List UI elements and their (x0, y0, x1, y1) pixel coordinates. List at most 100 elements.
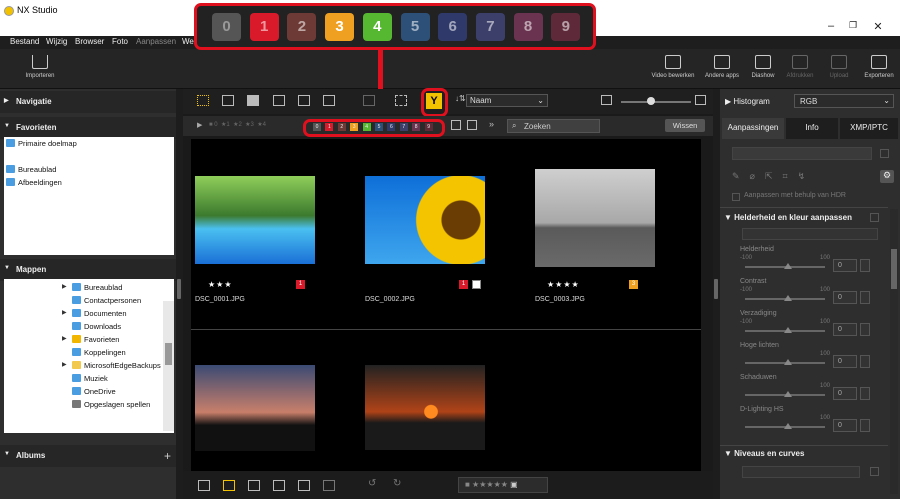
rating-widget[interactable]: ■ ★★★★★ ▣ (458, 477, 548, 493)
brightness-color-header[interactable]: ▼ Helderheid en kleur aanpassen (724, 213, 852, 222)
slider-knob[interactable] (784, 423, 792, 429)
export-button[interactable]: Exporteren (860, 55, 898, 79)
label-widget-icon[interactable]: ▣ (510, 480, 518, 489)
minimize-icon[interactable]: – (824, 20, 838, 32)
label-chip-3[interactable]: 3 (325, 13, 355, 41)
folder-scrollbar[interactable] (163, 301, 174, 431)
slider-value-input[interactable]: 0 (833, 419, 857, 432)
section-checkbox[interactable] (870, 213, 879, 222)
menu-item-weergave[interactable]: We (182, 37, 194, 46)
mini-label-chip-1[interactable]: 1 (325, 123, 334, 131)
mini-label-chip-6[interactable]: 6 (387, 123, 396, 131)
reject-filter-icon[interactable] (451, 120, 461, 130)
mini-label-chip-2[interactable]: 2 (337, 123, 346, 131)
slider-knob[interactable] (784, 359, 792, 365)
levels-select[interactable] (742, 466, 860, 478)
scrollbar-thumb[interactable] (165, 343, 172, 365)
spinner-icon[interactable] (860, 259, 870, 272)
hdr-checkbox[interactable] (732, 193, 740, 201)
label-chip-1[interactable]: 1 (249, 13, 279, 41)
photo-thumbnail[interactable] (365, 176, 485, 264)
photo-thumbnail[interactable] (365, 365, 485, 450)
right-splitter[interactable] (713, 89, 720, 499)
expand-arrow-icon[interactable]: ▶ (62, 335, 67, 342)
folder-item[interactable]: ▶ Bureaublad (4, 281, 174, 294)
add-album-icon[interactable]: + (164, 449, 171, 463)
menu-item-aanpassen[interactable]: Aanpassen (136, 37, 176, 46)
filter-icon[interactable]: Y (426, 93, 442, 109)
menu-item-browser[interactable]: Browser (75, 37, 104, 46)
label-chip-0[interactable]: 0 (212, 13, 241, 41)
mini-label-chip-8[interactable]: 8 (412, 123, 421, 131)
favorite-item[interactable]: Primaire doelmap (4, 137, 174, 150)
slider-knob[interactable] (784, 263, 792, 269)
close-icon[interactable]: ✕ (871, 20, 885, 33)
rating-filter-1[interactable]: 1 (226, 122, 229, 128)
favorites-header[interactable]: Favorieten (0, 117, 176, 139)
folder-item[interactable]: ▶ Documenten (4, 307, 174, 320)
rating-none-icon[interactable]: ■ (209, 122, 213, 128)
rating-filter-3[interactable]: 3 (251, 122, 254, 128)
rotate-left-icon[interactable]: ↺ (368, 478, 376, 489)
histogram-mode-select[interactable]: RGB ⌄ (794, 94, 894, 108)
rotate-right-icon[interactable]: ↻ (393, 478, 401, 489)
upload-button[interactable]: Upload (822, 55, 856, 79)
folders-header[interactable]: Mappen (0, 259, 176, 281)
label-chip-9[interactable]: 9 (551, 13, 581, 41)
label-chip-7[interactable]: 7 (475, 13, 505, 41)
spinner-icon[interactable] (860, 387, 870, 400)
zoom-in-icon[interactable] (695, 95, 706, 105)
menu-item-foto[interactable]: Foto (112, 37, 128, 46)
play-icon[interactable]: ▶ (197, 121, 202, 129)
thumbnail-size-knob[interactable] (647, 97, 655, 105)
levels-curves-header[interactable]: ▼ Niveaus en curves (724, 449, 804, 458)
left-splitter[interactable] (176, 89, 183, 499)
mini-label-chip-7[interactable]: 7 (399, 123, 408, 131)
fullscreen-icon[interactable] (395, 95, 407, 106)
menu-item-bestand[interactable]: Bestand (10, 37, 39, 46)
import-button[interactable]: Importeren (18, 55, 62, 79)
tab-info[interactable]: Info (786, 118, 838, 139)
slider-value-input[interactable]: 0 (833, 323, 857, 336)
favorite-item[interactable]: Bureaublad (4, 163, 174, 176)
folder-item[interactable]: Opgeslagen spellen (4, 398, 174, 411)
clear-button[interactable]: Wissen (665, 119, 705, 132)
preset-select[interactable] (732, 147, 872, 160)
folder-item[interactable]: Koppelingen (4, 346, 174, 359)
compare-view-icon[interactable] (273, 95, 285, 106)
folder-item[interactable]: OneDrive (4, 385, 174, 398)
scrollbar-thumb[interactable] (891, 249, 897, 289)
map-view-icon[interactable] (323, 95, 335, 106)
expand-arrow-icon[interactable]: ▶ (62, 361, 67, 368)
brightness-mode-select[interactable] (742, 228, 878, 240)
slider-value-input[interactable]: 0 (833, 355, 857, 368)
grid-overlay-icon[interactable] (273, 480, 285, 491)
slider-knob[interactable] (784, 391, 792, 397)
histogram-header[interactable]: ▶ Histogram (725, 97, 770, 106)
mini-label-chip-0[interactable]: 0 (313, 123, 321, 131)
multi-view-icon[interactable] (298, 95, 310, 106)
video-edit-button[interactable]: Video bewerken (646, 55, 700, 79)
photo-thumbnail[interactable] (535, 169, 655, 267)
double-chevron-icon[interactable]: » (489, 119, 494, 129)
expand-arrow-icon[interactable]: ▶ (62, 309, 67, 316)
folder-item[interactable]: Downloads (4, 320, 174, 333)
compare-icon[interactable] (223, 480, 235, 491)
single-view-icon[interactable] (247, 95, 259, 106)
label-chip-6[interactable]: 6 (438, 13, 468, 41)
histogram-icon[interactable] (323, 480, 335, 491)
photo-thumbnail[interactable] (195, 176, 315, 264)
gear-icon[interactable]: ⚙ (880, 170, 894, 183)
navigation-header[interactable]: Navigatie (0, 91, 176, 113)
slider-value-input[interactable]: 0 (833, 387, 857, 400)
label-chip-4[interactable]: 4 (362, 13, 392, 41)
list-view-icon[interactable] (222, 95, 234, 106)
folder-item[interactable]: ▶ Favorieten (4, 333, 174, 346)
collapse-left-handle[interactable] (177, 279, 181, 299)
albums-header[interactable]: Albums (0, 445, 176, 467)
spinner-icon[interactable] (860, 355, 870, 368)
maximize-icon[interactable]: ❐ (846, 20, 860, 31)
highlight-icon[interactable] (298, 480, 310, 491)
sort-direction-icon[interactable]: ↓⇅ (455, 94, 466, 103)
right-scrollbar[interactable] (890, 209, 898, 494)
